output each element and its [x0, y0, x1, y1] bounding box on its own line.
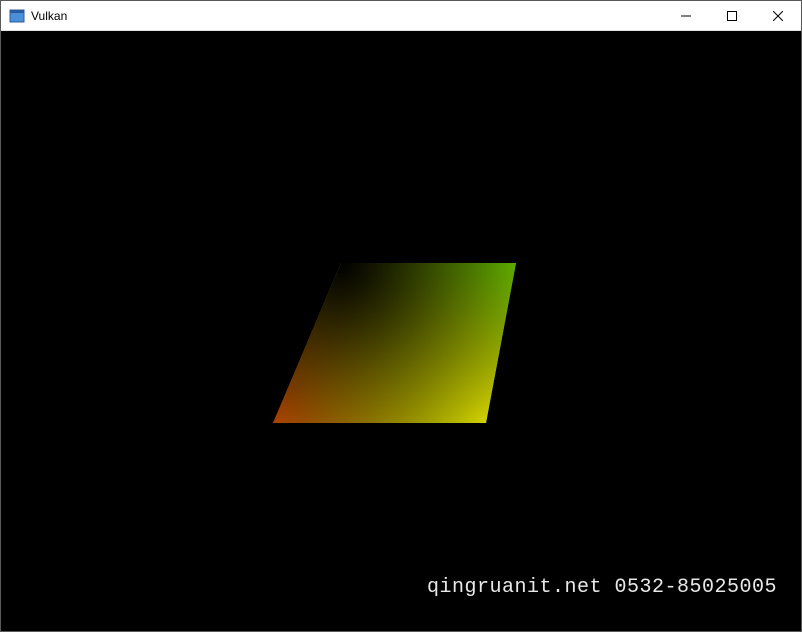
window-title: Vulkan [31, 9, 67, 23]
minimize-icon [681, 11, 691, 21]
watermark-text: qingruanit.net 0532-85025005 [427, 576, 777, 599]
window-titlebar: Vulkan [1, 1, 801, 31]
minimize-button[interactable] [663, 1, 709, 31]
close-icon [773, 11, 783, 21]
rendered-quad [241, 243, 561, 443]
close-button[interactable] [755, 1, 801, 31]
render-viewport: qingruanit.net 0532-85025005 [1, 31, 801, 631]
app-icon [9, 8, 25, 24]
maximize-icon [727, 11, 737, 21]
maximize-button[interactable] [709, 1, 755, 31]
